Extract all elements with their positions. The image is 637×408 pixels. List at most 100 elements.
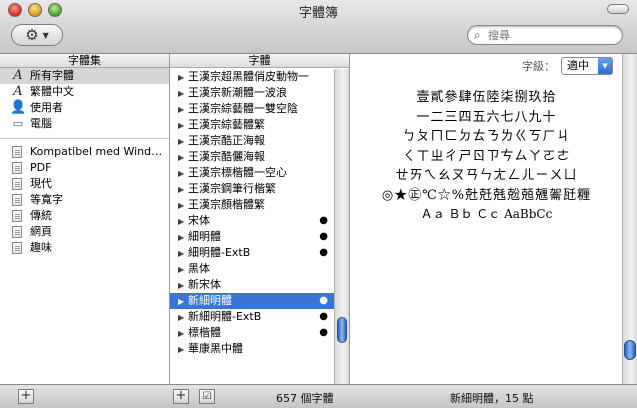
preview-pane: 字級： 適中 ▼ 壹貳參肆伍陸柒捌玖拾 一二三四五六七八九十 ㄅㄆㄇㄈㄉㄊㄋㄌㄍ… [350,54,637,384]
toolbar-toggle-button[interactable] [607,4,629,14]
collection-item[interactable]: 等寬字 [0,192,169,208]
plus-icon: + [20,388,32,403]
font-label: 王漢宗酷正海報 [188,134,265,147]
collection-all-fonts[interactable]: A 所有字體 [0,68,169,84]
collection-item[interactable]: 網頁 [0,224,169,240]
window-toolbar: 字體簿 ⚙ ▼ ⌕ [0,0,637,54]
collection-item[interactable]: 現代 [0,176,169,192]
disclosure-triangle-icon[interactable]: ▶ [178,86,188,102]
enable-font-checkbox[interactable]: ☑ [199,389,215,404]
add-collection-button[interactable]: + [18,389,34,404]
collection-doc-icon [12,226,22,238]
collection-label: 現代 [30,177,52,190]
font-label: 王漢宗綜藝體一雙空陰 [188,102,298,115]
disclosure-triangle-icon[interactable]: ▶ [178,182,188,198]
collection-doc-icon [12,194,22,206]
preview-size-thumb[interactable] [624,340,636,360]
collection-computer[interactable]: ▭ 電腦 [0,116,169,132]
disclosure-triangle-icon[interactable]: ▶ [178,150,188,166]
font-label: 新細明體 [188,294,232,307]
fonts-scroll-thumb[interactable] [337,317,347,343]
disclosure-triangle-icon[interactable]: ▶ [178,310,188,326]
font-row[interactable]: ▶ 王漢宗酷正海報 [170,133,336,149]
disclosure-triangle-icon[interactable]: ▶ [178,278,188,294]
preview-line: ㄝㄞㄟㄠㄡㄢㄣㄤㄥㄦㄧㄨㄩ [395,168,578,183]
add-font-button[interactable]: + [173,389,189,404]
font-icon: A [13,84,23,99]
font-label: 王漢宗顏楷體繁 [188,198,265,211]
disclosure-triangle-icon[interactable]: ▶ [178,134,188,150]
disclosure-triangle-icon[interactable]: ▶ [178,294,188,310]
font-label: 王漢宗鋼筆行楷繁 [188,182,276,195]
collection-item[interactable]: Kompatibel med Wind… [0,144,169,160]
action-menu-button[interactable]: ⚙ ▼ [11,24,63,46]
font-row[interactable]: ▶ 標楷體 ● [170,325,336,341]
font-row[interactable]: ▶ 王漢宗標楷體一空心 [170,165,336,181]
font-label: 新細明體-ExtB [188,310,262,323]
size-select[interactable]: 適中 ▼ [561,57,613,75]
size-label: 字級： [522,60,555,73]
font-row[interactable]: ▶ 新細明體 ● [170,293,336,309]
font-row[interactable]: ▶ 王漢宗鋼筆行楷繁 [170,181,336,197]
font-row[interactable]: ▶ 黑体 [170,261,336,277]
disclosure-triangle-icon[interactable]: ▶ [178,246,188,262]
font-row[interactable]: ▶ 華康黑中體 [170,341,336,357]
disclosure-triangle-icon[interactable]: ▶ [178,214,188,230]
collection-item[interactable]: 傳統 [0,208,169,224]
font-row[interactable]: ▶ 王漢宗新潮體一波浪 [170,85,336,101]
font-row[interactable]: ▶ 王漢宗酷儷海報 [170,149,336,165]
font-row[interactable]: ▶ 細明體-ExtB ● [170,245,336,261]
fonts-header: 字體 [170,54,349,68]
disclosure-triangle-icon[interactable]: ▶ [178,198,188,214]
disclosure-triangle-icon[interactable]: ▶ [178,102,188,118]
window-title: 字體簿 [298,6,338,21]
disclosure-triangle-icon[interactable]: ▶ [178,342,188,358]
collection-doc-icon [12,178,22,190]
font-label: 細明體-ExtB [188,246,251,259]
disclosure-triangle-icon[interactable]: ▶ [178,262,188,278]
collection-traditional-chinese[interactable]: A 繁體中文 [0,84,169,100]
disclosure-triangle-icon[interactable]: ▶ [178,230,188,246]
font-label: 新宋体 [188,278,221,291]
chevron-down-icon: ▼ [42,30,49,40]
collection-item[interactable]: PDF [0,160,169,176]
font-row[interactable]: ▶ 王漢宗顏楷體繁 [170,197,336,213]
preview-line: Ａａ Ｂｂ Ｃｃ AaBbCc [420,207,553,221]
font-row[interactable]: ▶ 宋体 ● [170,213,336,229]
font-row[interactable]: ▶ 王漢宗超黑體俏皮動物一 [170,69,336,85]
bottom-bar: + + ☑ 657 個字體 新細明體，15 點 [0,384,637,408]
active-dot-icon: ● [319,311,328,322]
font-label: 王漢宗標楷體一空心 [188,166,287,179]
disclosure-triangle-icon[interactable]: ▶ [178,326,188,342]
preview-line: 壹貳參肆伍陸柒捌玖拾 [416,90,557,105]
fonts-scrollbar[interactable] [334,69,349,384]
search-field[interactable]: ⌕ [467,25,623,45]
checkmark-icon: ☑ [202,391,212,402]
font-row[interactable]: ▶ 王漢宗綜藝體繁 [170,117,336,133]
font-label: 宋体 [188,214,210,227]
collection-label: PDF [30,161,52,174]
font-list: ▶ 王漢宗超黑體俏皮動物一 ▶ 王漢宗新潮體一波浪 ▶ 王漢宗綜藝體一雙空陰 ▶ 王漢宗綜藝體… [170,69,336,357]
font-row[interactable]: ▶ 王漢宗綜藝體一雙空陰 [170,101,336,117]
disclosure-triangle-icon[interactable]: ▶ [178,166,188,182]
collection-item[interactable]: 趣味 [0,240,169,256]
size-control: 字級： 適中 ▼ [522,57,613,75]
computer-icon: ▭ [12,117,24,130]
active-dot-icon: ● [319,327,328,338]
collection-user[interactable]: 👤 使用者 [0,100,169,116]
font-row[interactable]: ▶ 細明體 ● [170,229,336,245]
search-input[interactable] [488,28,616,42]
preview-size-slider[interactable] [622,54,637,384]
font-label: 王漢宗超黑體俏皮動物一 [188,70,309,83]
disclosure-triangle-icon[interactable]: ▶ [178,118,188,134]
collection-label: 趣味 [30,241,52,254]
font-label: 王漢宗新潮體一波浪 [188,86,287,99]
collection-label: 網頁 [30,225,52,238]
collections-pane: 字體集 A 所有字體 A 繁體中文 👤 使用者 ▭ 電腦 Kompatibel … [0,54,170,384]
font-row[interactable]: ▶ 新宋体 [170,277,336,293]
search-icon: ⌕ [474,28,481,42]
font-label: 王漢宗酷儷海報 [188,150,265,163]
font-row[interactable]: ▶ 新細明體-ExtB ● [170,309,336,325]
collection-label: 傳統 [30,209,52,222]
disclosure-triangle-icon[interactable]: ▶ [178,70,188,86]
